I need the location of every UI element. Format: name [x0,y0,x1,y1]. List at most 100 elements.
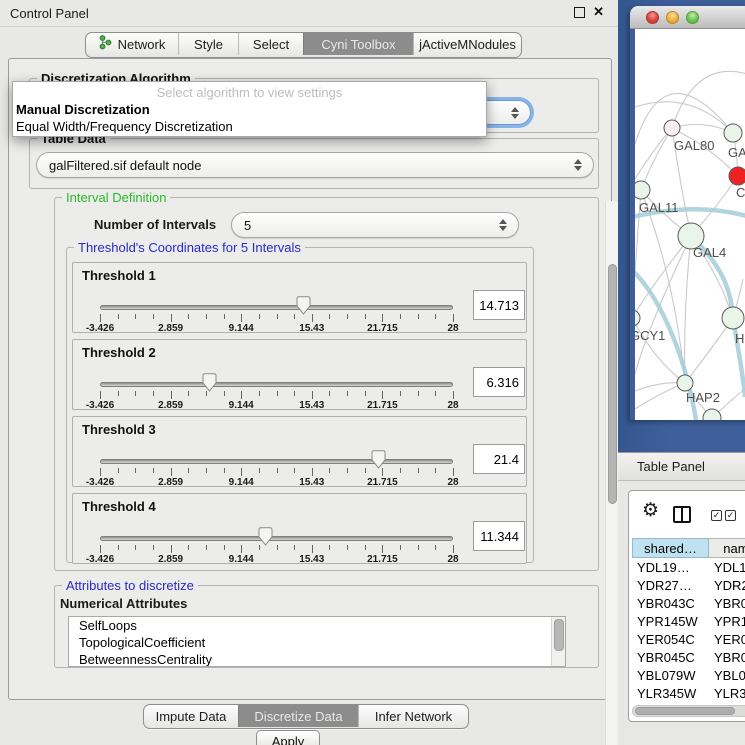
cell-name[interactable]: YBR04 [709,596,745,611]
list-scrollbar[interactable] [551,617,565,666]
threshold-slider-thumb[interactable] [202,373,217,392]
gear-icon[interactable]: ⚙ [642,499,659,522]
threshold-value-field[interactable]: 21.4 [473,444,525,474]
network-node[interactable] [729,167,745,185]
scrollbar-thumb[interactable] [608,264,617,504]
tick-mark [188,391,189,396]
cell-name[interactable]: YPR14 [709,614,745,629]
threshold-value-field[interactable]: 6.316 [473,367,525,397]
checkbox-icon[interactable]: ✓ [711,510,722,521]
float-window-icon[interactable] [574,7,585,18]
threshold-slider-thumb[interactable] [258,527,273,546]
threshold-slider-thumb[interactable] [296,296,311,315]
zoom-traffic-light-icon[interactable] [686,11,699,24]
list-item[interactable]: SelfLoops [69,617,565,634]
tick-mark [241,314,242,322]
tab-style[interactable]: Style [178,33,238,55]
network-edge[interactable] [685,318,733,383]
network-node[interactable] [635,310,640,326]
cell-shared-name[interactable]: YER054C [632,632,709,647]
top-tab-bar: Network Style Select Cyni Toolbox jActiv… [85,32,522,58]
network-node[interactable] [635,181,650,199]
network-edge[interactable] [685,236,691,383]
tick-mark [224,545,225,550]
network-edge-thick[interactable] [733,318,745,397]
tab-cyni-toolbox[interactable]: Cyni Toolbox [303,33,413,55]
numerical-attributes-list[interactable]: SelfLoops TopologicalCoefficient Between… [68,616,566,667]
network-edge[interactable] [635,128,672,179]
table-row[interactable]: YPR145WYPR14 [632,612,745,630]
network-node[interactable] [722,307,744,329]
panel-scrollbar[interactable] [605,201,619,745]
num-intervals-combobox[interactable]: 5 [231,212,519,238]
network-node[interactable] [724,124,742,142]
table-data-combobox[interactable]: galFiltered.sif default node [36,152,594,178]
apply-button[interactable]: Apply [256,730,320,745]
close-traffic-light-icon[interactable] [646,11,659,24]
cell-name[interactable]: YDL19 [709,560,745,575]
tab-discretize-data[interactable]: Discretize Data [238,705,358,727]
network-window-titlebar[interactable] [630,6,745,29]
threshold-value-field[interactable]: 14.713 [473,290,525,320]
cell-shared-name[interactable]: YBL079W [632,668,709,683]
cell-name[interactable]: YDR27 [709,578,745,593]
columns-icon[interactable] [673,506,691,523]
table-row[interactable]: YER054CYER05 [632,630,745,648]
column-header-name[interactable]: name [709,538,745,558]
tick-mark [329,314,330,319]
cell-shared-name[interactable]: YLR345W [632,686,709,701]
minimize-traffic-light-icon[interactable] [666,11,679,24]
tab-label: Cyni Toolbox [321,37,395,52]
tab-label: Style [194,37,223,52]
cell-shared-name[interactable]: YPR145W [632,614,709,629]
scrollbar-thumb[interactable] [635,707,735,715]
network-edge[interactable] [641,128,672,190]
table-row[interactable]: YDR27…YDR27 [632,576,745,594]
network-node-label: GAL [728,145,745,160]
table-row[interactable]: YBL079WYBL07 [632,666,745,684]
cell-shared-name[interactable]: YDL19… [632,560,709,575]
threshold-slider-track[interactable] [100,382,453,387]
tick-mark [329,391,330,396]
network-edge[interactable] [635,102,733,133]
tab-jactivemnodules[interactable]: jActiveMNodules [413,33,521,55]
table-row[interactable]: YDL19…YDL19 [632,558,745,576]
network-node[interactable] [677,375,693,391]
tab-network[interactable]: Network [86,33,178,55]
table-row[interactable]: YBR045CYBR04 [632,648,745,666]
network-canvas[interactable]: GAL80GALCGAL11GAL4GCY1HHAP2 [635,29,745,420]
tab-infer-network[interactable]: Infer Network [358,705,468,727]
cell-name[interactable]: YBR04 [709,650,745,665]
network-node[interactable] [664,120,680,136]
table-row[interactable]: YLR345WYLR34 [632,684,745,702]
threshold-slider-track[interactable] [100,536,453,541]
cell-name[interactable]: YER05 [709,632,745,647]
cell-name[interactable]: YBL07 [709,668,745,683]
threshold-slider-track[interactable] [100,305,453,310]
network-edge[interactable] [672,71,745,128]
tick-mark [382,468,383,476]
tick-mark [241,391,242,399]
list-item[interactable]: TopologicalCoefficient [69,634,565,651]
network-edge[interactable] [635,236,691,318]
checkbox-icon[interactable]: ✓ [725,510,736,521]
dropdown-option-manual-discretization[interactable]: Manual Discretization [16,102,150,117]
column-header-shared-name[interactable]: shared… [632,538,709,558]
dropdown-option-equal-width-frequency[interactable]: Equal Width/Frequency Discretization [16,119,233,134]
table-row[interactable]: YBR043CYBR04 [632,594,745,612]
tab-impute-data[interactable]: Impute Data [144,705,238,727]
network-node-label: C [736,185,745,200]
cell-shared-name[interactable]: YDR27… [632,578,709,593]
tick-mark [365,314,366,319]
list-item[interactable]: BetweennessCentrality [69,651,565,667]
cell-name[interactable]: YLR34 [709,686,745,701]
cell-shared-name[interactable]: YBR043C [632,596,709,611]
close-icon[interactable]: ✕ [593,6,604,18]
cell-shared-name[interactable]: YBR045C [632,650,709,665]
tab-select[interactable]: Select [238,33,303,55]
threshold-value: 14.713 [479,298,519,313]
threshold-value-field[interactable]: 11.344 [473,521,525,551]
threshold-slider-thumb[interactable] [371,450,386,469]
table-horizontal-scrollbar[interactable] [632,705,745,717]
threshold-slider-track[interactable] [100,459,453,464]
